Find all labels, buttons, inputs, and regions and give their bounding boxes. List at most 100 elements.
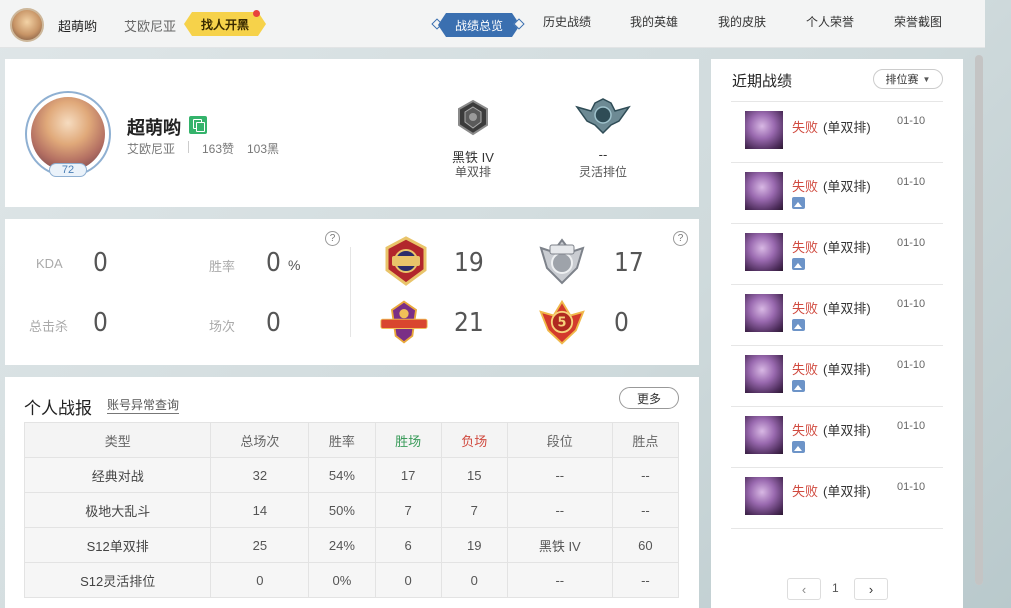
match-queue: (单双排)	[823, 120, 871, 135]
match-result: 失败	[792, 484, 819, 499]
report-title: 个人战报	[24, 399, 92, 418]
image-icon[interactable]	[792, 319, 805, 331]
unranked-rank-icon	[575, 98, 631, 135]
image-icon[interactable]	[792, 441, 805, 453]
tab-honor-screenshots[interactable]: 荣誉截图	[894, 13, 942, 30]
stats-help-icon[interactable]: ?	[325, 231, 340, 246]
divider	[350, 247, 351, 337]
more-button[interactable]: 更多	[619, 387, 679, 409]
mvp-icon	[385, 236, 427, 286]
games-value: 0	[266, 308, 281, 338]
divider	[731, 345, 943, 346]
table-cell: S12灵活排位	[23, 562, 212, 598]
table-cell: 19	[440, 527, 508, 563]
champion-icon	[745, 355, 783, 393]
table-cell: 60	[611, 527, 680, 563]
match-queue: (单双排)	[823, 362, 871, 377]
mvp-count: 19	[454, 248, 484, 278]
tab-history[interactable]: 历史战绩	[543, 13, 591, 30]
table-row: S12灵活排位 0 0% 0 0 -- --	[23, 562, 680, 598]
match-date: 01-10	[897, 298, 926, 310]
table-cell: --	[611, 492, 680, 528]
col-lp: 胜点	[611, 422, 680, 458]
table-cell: 经典对战	[23, 457, 212, 493]
svg-text:5: 5	[557, 316, 566, 331]
match-result: 失败	[792, 362, 819, 377]
table-cell: 0	[440, 562, 508, 598]
table-cell: 14	[210, 492, 310, 528]
level-badge: 72	[49, 163, 87, 177]
match-date: 01-10	[897, 237, 926, 249]
flex-rank-queue: 灵活排位	[578, 165, 627, 179]
queue-filter-select[interactable]: 排位赛 ▼	[873, 69, 943, 89]
table-cell: 0%	[308, 562, 376, 598]
scrollbar-thumb[interactable]	[975, 55, 983, 585]
table-cell: 32	[210, 457, 310, 493]
legendary-count: 21	[454, 308, 484, 338]
report-table: 类型 总场次 胜率 胜场 负场 段位 胜点 经典对战 32 54% 17 15 …	[23, 422, 680, 598]
winrate-value: 0	[266, 248, 281, 278]
profile-avatar-image	[31, 97, 105, 171]
table-cell: 0	[374, 562, 442, 598]
table-cell: 黑铁 IV	[506, 527, 613, 563]
tab-honors[interactable]: 个人荣誉	[806, 13, 854, 30]
recent-matches-panel: 近期战绩 排位赛 ▼ 失败 (单双排) 01-10 失败 (单双排) 01-10…	[711, 59, 963, 608]
profile-server: 艾欧尼亚	[127, 142, 176, 156]
champion-icon	[745, 172, 783, 210]
champion-icon	[745, 416, 783, 454]
table-cell: --	[611, 457, 680, 493]
pentakill-count: 0	[614, 308, 629, 338]
match-date: 01-10	[897, 359, 926, 371]
avatar[interactable]	[10, 8, 44, 42]
table-cell: 17	[374, 457, 442, 493]
image-icon[interactable]	[792, 258, 805, 270]
tab-overview[interactable]: 战绩总览	[438, 13, 520, 37]
col-total: 总场次	[210, 422, 310, 458]
notification-dot	[253, 10, 260, 17]
table-row: S12单双排 25 24% 6 19 黑铁 IV 60	[23, 527, 680, 563]
divider	[731, 101, 943, 102]
tab-skins[interactable]: 我的皮肤	[718, 13, 766, 30]
scrollbar[interactable]	[975, 55, 983, 585]
copy-icon[interactable]	[189, 116, 207, 134]
recent-title: 近期战绩	[732, 73, 793, 90]
table-cell: 6	[374, 527, 442, 563]
match-result: 失败	[792, 120, 819, 135]
page-number[interactable]: 1	[832, 581, 839, 595]
next-page-button[interactable]: ›	[854, 578, 888, 600]
winrate-unit: %	[288, 257, 301, 273]
table-row: 经典对战 32 54% 17 15 -- --	[23, 457, 680, 493]
table-cell: 极地大乱斗	[23, 492, 212, 528]
tab-heroes[interactable]: 我的英雄	[630, 13, 678, 30]
header-nickname: 超萌哟	[58, 19, 98, 34]
table-cell: 50%	[308, 492, 376, 528]
col-winrate: 胜率	[308, 422, 376, 458]
stats-card: KDA 0 胜率 0 % 总击杀 0 场次 0 ? 19 17 21 5 0 ?	[5, 219, 699, 365]
table-cell: 25	[210, 527, 310, 563]
match-queue: (单双排)	[823, 423, 871, 438]
divider	[731, 528, 943, 529]
image-icon[interactable]	[792, 380, 805, 392]
games-label: 场次	[209, 319, 236, 334]
table-cell: 7	[374, 492, 442, 528]
match-date: 01-10	[897, 420, 926, 432]
table-cell: 0	[210, 562, 310, 598]
match-queue: (单双排)	[823, 179, 871, 194]
table-cell: --	[611, 562, 680, 598]
divider	[731, 223, 943, 224]
match-queue: (单双排)	[823, 301, 871, 316]
legendary-icon	[380, 300, 428, 344]
kda-value: 0	[93, 248, 108, 278]
image-icon[interactable]	[792, 197, 805, 209]
match-date: 01-10	[897, 115, 926, 127]
col-type: 类型	[23, 422, 212, 458]
honors-help-icon[interactable]: ?	[673, 231, 688, 246]
iron-rank-icon	[458, 99, 488, 136]
prev-page-button[interactable]: ‹	[787, 578, 821, 600]
account-check-link[interactable]: 账号异常查询	[107, 396, 180, 414]
match-queue: (单双排)	[823, 484, 871, 499]
flex-rank-name: --	[598, 147, 608, 162]
col-losses: 负场	[440, 422, 508, 458]
winrate-label: 胜率	[209, 259, 236, 274]
champion-icon	[745, 233, 783, 271]
